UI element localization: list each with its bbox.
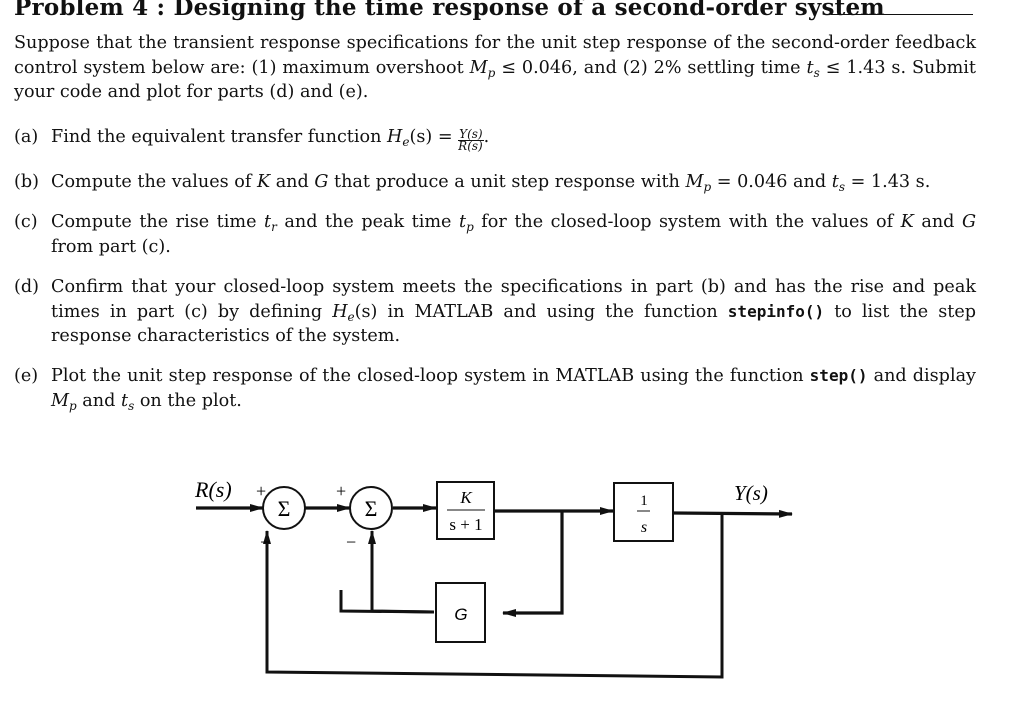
sum1-plus-sign: + <box>256 481 266 501</box>
sum2-plus-sign: + <box>336 481 346 501</box>
input-label: R(s) <box>194 477 232 502</box>
sum2-minus-sign: − <box>346 532 356 552</box>
output-label: Y(s) <box>734 481 768 505</box>
inner-feedback-path <box>502 511 564 617</box>
integrator-denominator: s <box>641 519 647 536</box>
g-to-sum2-arrow <box>368 530 435 614</box>
plant-denominator: s + 1 <box>449 515 482 534</box>
output-arrow <box>673 509 793 518</box>
block-diagram: Σ Σ + − + − R(s) Y(s) K s + 1 1 s G <box>194 477 793 679</box>
sum1-symbol: Σ <box>278 496 291 521</box>
sum2-symbol: Σ <box>365 496 378 521</box>
feedback-gain-label: G <box>454 605 467 624</box>
plant-numerator: K <box>459 488 473 507</box>
integrator-numerator: 1 <box>640 493 648 509</box>
g-output-path <box>339 590 435 614</box>
sum1-minus-sign: − <box>260 532 270 552</box>
